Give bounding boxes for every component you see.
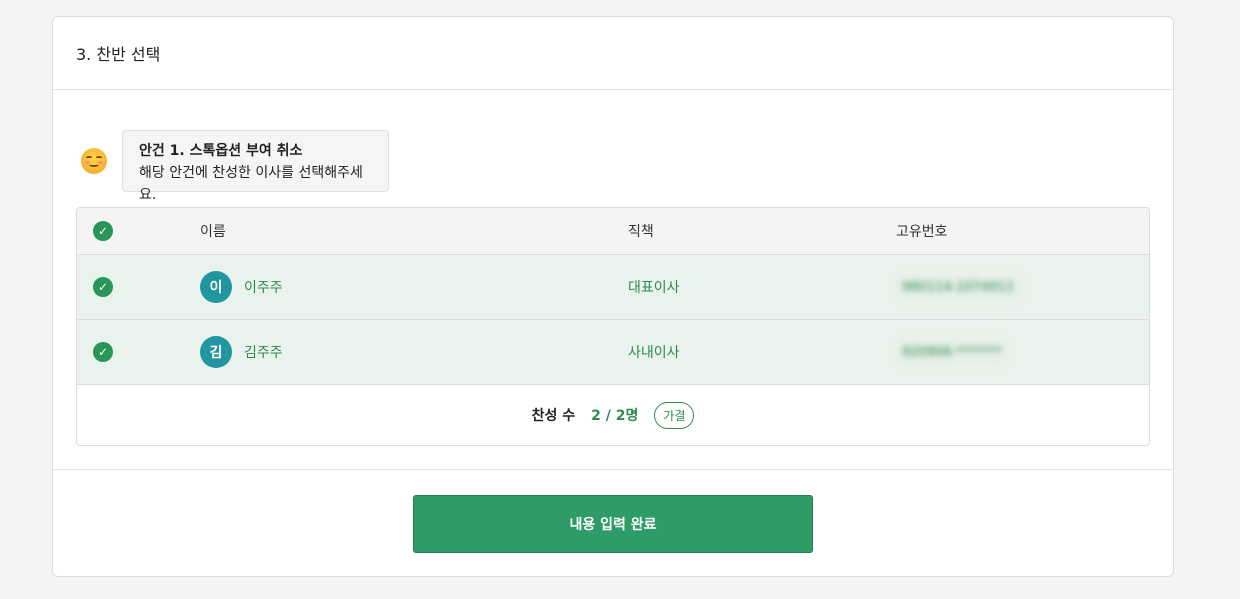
card-footer: 내용 입력 완료 [53,469,1173,576]
director-id: 980114-1074911 [896,276,1021,299]
approve-count: 2 / 2명 [591,408,639,424]
row-checkbox[interactable]: ✓ [93,342,113,362]
director-id: 920906-******* [896,341,1008,364]
card-header: 3. 찬반 선택 [53,17,1173,90]
table-row[interactable]: ✓ 김 김주주 사내이사 920906-******* [77,320,1149,385]
smiling-face-icon [81,148,107,174]
section-title: 3. 찬반 선택 [76,45,161,64]
avatar: 김 [200,336,232,368]
table-header: ✓ 이름 직책 고유번호 [77,208,1149,255]
column-name: 이름 [200,224,226,240]
director-name: 이주주 [244,280,283,296]
result-badge: 가결 [654,401,695,429]
avatar: 이 [200,271,232,303]
vote-card: 3. 찬반 선택 안건 1. 스톡옵션 부여 취소 해당 안건에 찬성한 이사를… [52,16,1174,577]
approve-count-label: 찬성 수 [531,408,576,424]
agenda-message: 안건 1. 스톡옵션 부여 취소 해당 안건에 찬성한 이사를 선택해주세요. [77,130,389,203]
director-name: 김주주 [244,345,283,361]
row-checkbox[interactable]: ✓ [93,277,113,297]
submit-button[interactable]: 내용 입력 완료 [413,495,813,553]
select-all-checkbox[interactable]: ✓ [93,221,113,241]
column-position: 직책 [628,224,654,240]
director-position: 사내이사 [628,345,680,361]
agenda-title: 안건 1. 스톡옵션 부여 취소 [139,143,303,159]
column-id: 고유번호 [896,224,948,240]
director-position: 대표이사 [628,280,680,296]
table-row[interactable]: ✓ 이 이주주 대표이사 980114-1074911 [77,255,1149,320]
agenda-bubble: 안건 1. 스톡옵션 부여 취소 해당 안건에 찬성한 이사를 선택해주세요. [122,130,389,203]
director-table: ✓ 이름 직책 고유번호 ✓ 이 이주주 대표이사 980114-1074911… [76,207,1150,446]
vote-summary: 찬성 수 2 / 2명 가결 [77,385,1149,445]
agenda-instruction: 해당 안건에 찬성한 이사를 선택해주세요. [139,165,363,203]
